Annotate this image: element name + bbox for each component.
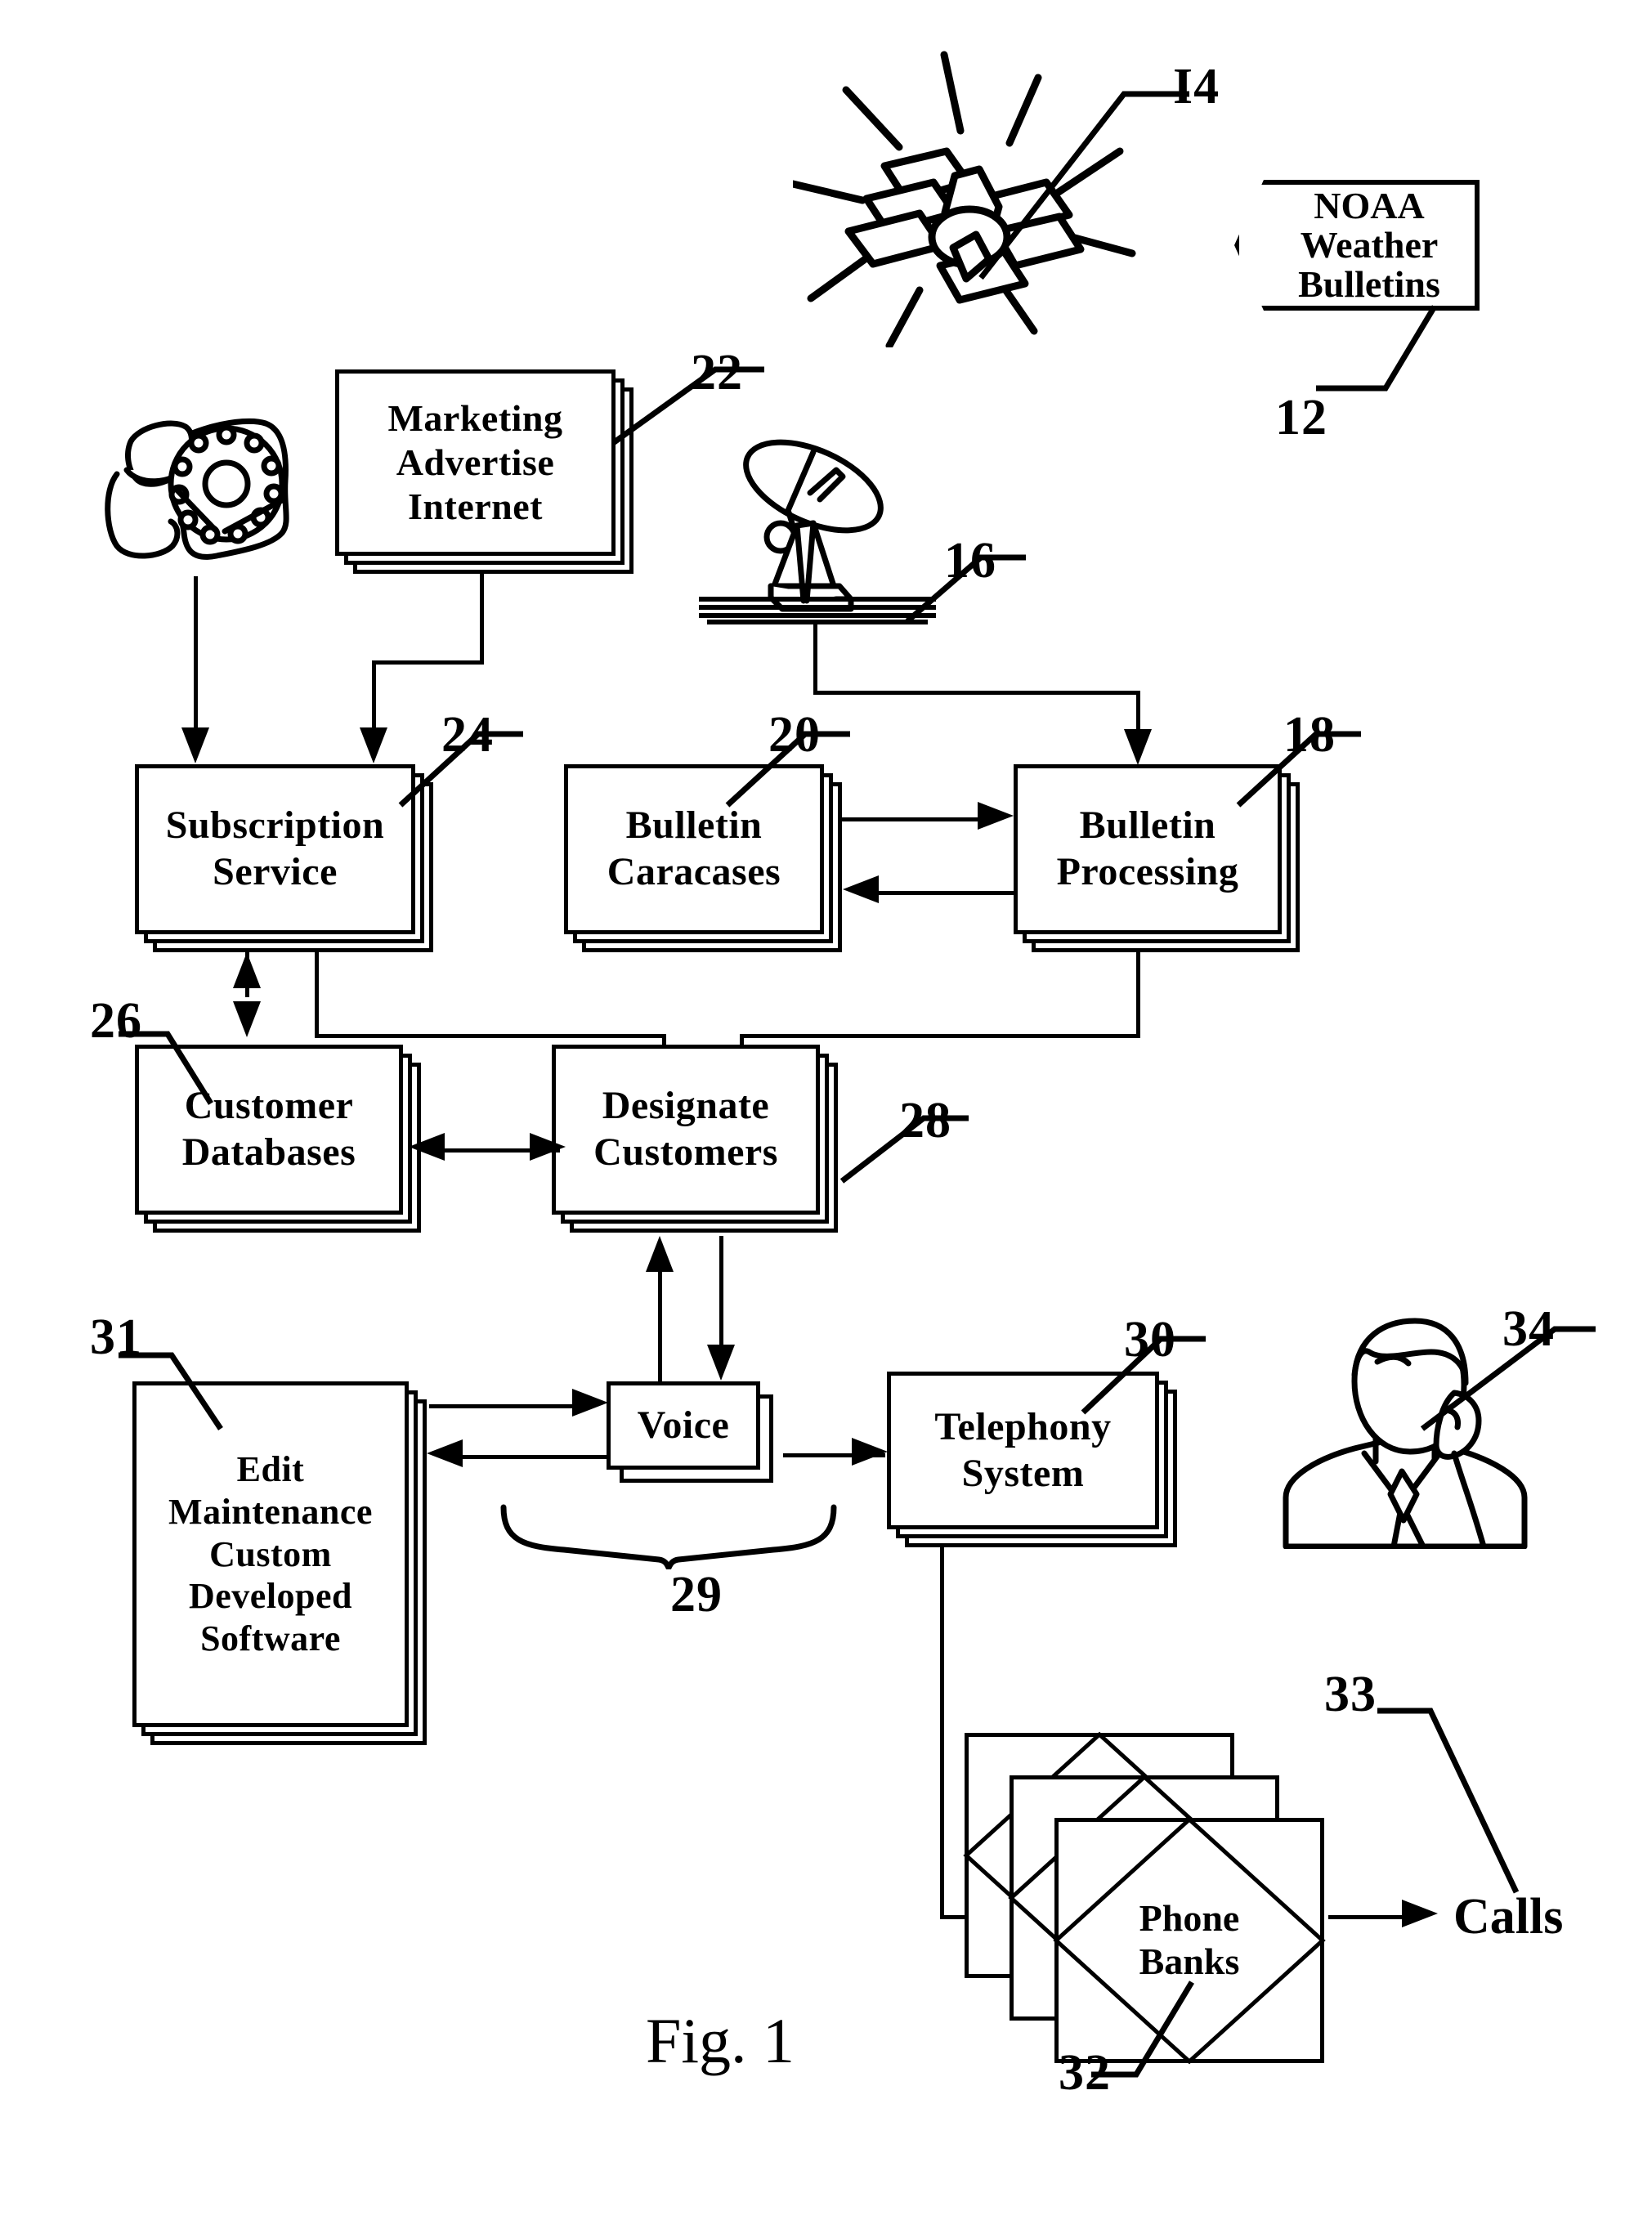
ref-number-26: 26 xyxy=(90,993,142,1049)
arrowhead-dish-to-processing xyxy=(1124,729,1152,765)
connector-marketing-down-1 xyxy=(480,572,484,664)
noaa-line-2: Weather xyxy=(1300,223,1439,266)
leader-line-32 xyxy=(1091,1981,1194,2078)
leader-line-14 xyxy=(978,91,1189,280)
connector-voice-to-editmaint xyxy=(458,1455,609,1459)
ref-number-30: 30 xyxy=(1124,1312,1176,1367)
ref-number-24: 24 xyxy=(441,707,494,763)
ref-number-28: 28 xyxy=(899,1093,951,1148)
arrowhead-phonebanks-to-calls xyxy=(1402,1900,1438,1927)
line-1: Subscription xyxy=(165,803,385,848)
arrowhead-voice-to-editmaint xyxy=(427,1439,463,1467)
noaa-line-3: Bulletins xyxy=(1298,263,1440,306)
line-1: Voice xyxy=(637,1403,730,1447)
line-2: Customers xyxy=(593,1130,778,1174)
line-1: Designate xyxy=(602,1084,770,1128)
line-2: Service xyxy=(213,850,338,893)
connector-marketing-left xyxy=(372,660,484,665)
line-1: Bulletin xyxy=(1079,803,1216,848)
arrowhead-caracases-to-processing xyxy=(978,802,1014,830)
connector-subscription-right-down xyxy=(315,952,319,1038)
ref-number-29: 29 xyxy=(670,1567,723,1623)
arrowhead-voice-to-designate xyxy=(646,1236,674,1272)
ref-number-12: 12 xyxy=(1275,390,1327,445)
line-2: Databases xyxy=(181,1130,356,1174)
line-2: Caracases xyxy=(607,850,781,893)
patent-figure-page: I4 NOAA Weather Bulletins 12 Marketing A… xyxy=(0,0,1652,2238)
noaa-line-1: NOAA xyxy=(1314,184,1425,226)
ref-number-33: 33 xyxy=(1324,1667,1377,1722)
line-1: Edit xyxy=(236,1448,305,1489)
figure-caption: Fig. 1 xyxy=(646,2005,795,2076)
arrowhead-editmaint-to-voice xyxy=(572,1389,608,1417)
arrowhead-to-customerdb xyxy=(409,1133,445,1161)
rotary-telephone-icon xyxy=(94,384,302,576)
noaa-weather-bulletins-badge: NOAA Weather Bulletins xyxy=(1234,180,1480,311)
arrowhead-to-designate xyxy=(530,1133,566,1161)
ref-number-20: 20 xyxy=(768,707,821,763)
ref-number-16: 16 xyxy=(944,533,996,589)
leader-line-33 xyxy=(1377,1708,1520,1894)
line-2: Maintenance xyxy=(168,1491,373,1532)
arrowhead-phone-to-subscription xyxy=(181,727,209,763)
connector-processing-to-designate-h xyxy=(740,1034,1140,1038)
line-1: Phone xyxy=(1139,1897,1240,1940)
block-label: Marketing Advertise Internet xyxy=(335,369,616,556)
badge-text: NOAA Weather Bulletins xyxy=(1234,180,1480,311)
line-1: Bulletin xyxy=(625,803,763,848)
ref-number-22: 22 xyxy=(691,345,743,401)
connector-processing-to-caracases xyxy=(879,891,1018,895)
ref-number-32: 32 xyxy=(1059,2045,1111,2101)
connector-telephony-down xyxy=(940,1543,944,1919)
block-voice[interactable]: Voice xyxy=(607,1381,778,1488)
ref-number-18: 18 xyxy=(1283,707,1336,763)
arrowhead-designate-to-voice xyxy=(707,1345,735,1381)
line-2: Advertise xyxy=(396,441,555,483)
line-4: Developed xyxy=(188,1576,353,1617)
connector-processing-down xyxy=(1136,952,1140,1038)
line-3: Internet xyxy=(408,486,543,528)
line-2: System xyxy=(961,1451,1085,1495)
ref-number-31: 31 xyxy=(90,1309,142,1365)
block-label: Voice xyxy=(607,1381,760,1470)
connector-editmaint-to-voice xyxy=(429,1404,576,1408)
brace-29 xyxy=(500,1504,837,1569)
connector-designate-to-voice xyxy=(719,1236,723,1358)
line-2: Banks xyxy=(1139,1940,1240,1982)
line-2: Processing xyxy=(1056,850,1239,893)
connector-subscription-to-designate-h xyxy=(315,1034,666,1038)
connector-dish-right xyxy=(813,691,1140,695)
arrowhead-processing-to-caracases xyxy=(843,875,879,903)
line-3: Custom xyxy=(209,1533,332,1574)
line-1: Marketing xyxy=(387,396,563,439)
connector-phone-to-subscription xyxy=(194,576,198,736)
arrowhead-customerdb-to-subscription xyxy=(233,952,261,988)
block-designate-customers[interactable]: Designate Customers xyxy=(552,1045,838,1233)
connector-dish-down-1 xyxy=(813,621,817,693)
arrowhead-voice-to-telephony xyxy=(852,1438,888,1466)
block-label: Designate Customers xyxy=(552,1045,820,1215)
line-5: Software xyxy=(200,1618,341,1659)
ref-number-34: 34 xyxy=(1502,1301,1555,1357)
leader-line-12 xyxy=(1316,305,1438,392)
connector-caracases-to-processing xyxy=(842,817,985,821)
